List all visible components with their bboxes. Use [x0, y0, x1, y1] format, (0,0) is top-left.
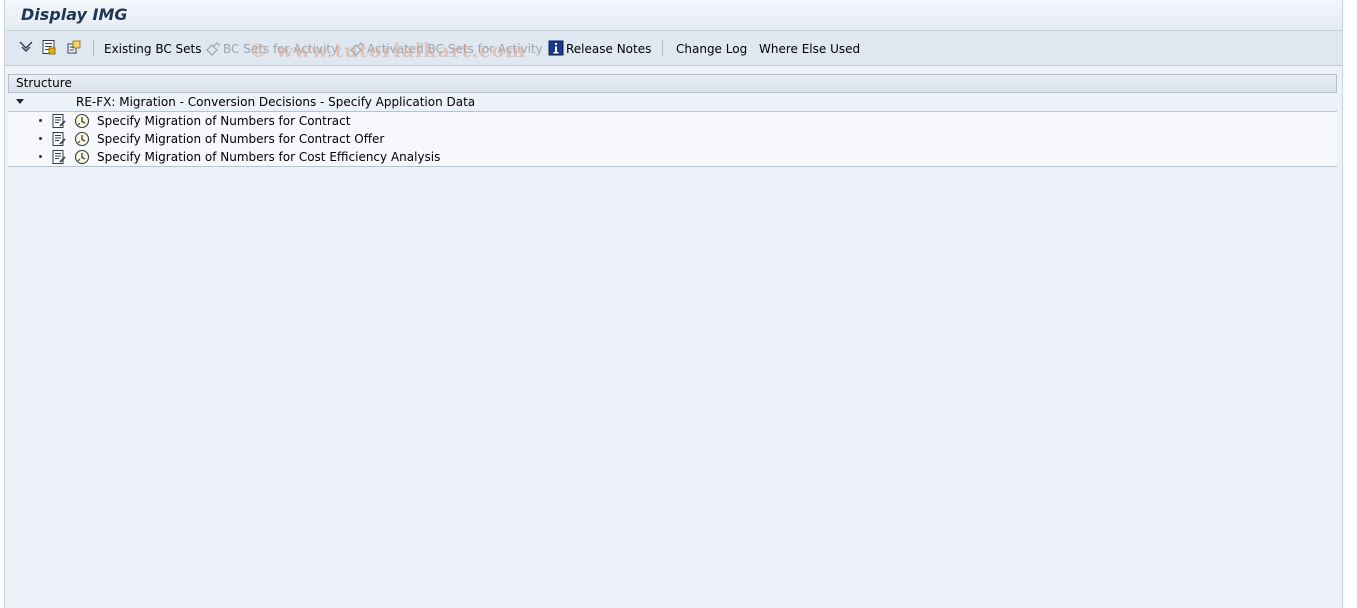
application-toolbar: Existing BC Sets BC Sets for Activity Ac… [5, 31, 1342, 66]
expand-all-icon[interactable] [18, 39, 34, 55]
main-window: Display IMG Existing BC Sets BC Sets for… [4, 0, 1343, 608]
document-icon[interactable] [51, 149, 67, 165]
tree-root-label: RE-FX: Migration - Conversion Decisions … [76, 95, 476, 109]
release-notes-button[interactable]: Release Notes [566, 40, 651, 58]
change-log-button[interactable]: Change Log [676, 40, 747, 58]
toolbar-separator [662, 40, 663, 56]
bc-set-icon [206, 42, 221, 56]
display-docu-icon[interactable] [41, 39, 57, 55]
collapse-caret-icon[interactable] [16, 99, 24, 104]
existing-bc-sets-button[interactable]: Existing BC Sets [104, 40, 202, 58]
document-icon[interactable] [51, 113, 67, 129]
page-title: Display IMG [21, 5, 128, 24]
bullet-icon [39, 119, 42, 122]
tree-children: Specify Migration of Numbers for Contrac… [8, 112, 1337, 167]
execute-clock-icon[interactable] [74, 149, 90, 165]
tree-node[interactable]: Specify Migration of Numbers for Cost Ef… [8, 148, 1337, 166]
tree-node[interactable]: Specify Migration of Numbers for Contrac… [8, 112, 1337, 130]
execute-clock-icon[interactable] [74, 113, 90, 129]
document-icon[interactable] [51, 131, 67, 147]
title-bar: Display IMG [5, 0, 1342, 31]
tree-node-label: Specify Migration of Numbers for Contrac… [97, 132, 385, 146]
info-icon [548, 40, 564, 56]
img-structure-tree: RE-FX: Migration - Conversion Decisions … [8, 93, 1337, 167]
watermark: © www.tutorialkart.com [249, 40, 527, 62]
bullet-icon [39, 137, 42, 140]
execute-clock-icon[interactable] [74, 131, 90, 147]
structure-column-header: Structure [8, 74, 1337, 93]
tree-root-node[interactable]: RE-FX: Migration - Conversion Decisions … [8, 93, 1337, 112]
where-else-used-button[interactable]: Where Else Used [759, 40, 860, 58]
tree-node-label: Specify Migration of Numbers for Cost Ef… [97, 150, 441, 164]
tree-node[interactable]: Specify Migration of Numbers for Contrac… [8, 130, 1337, 148]
bullet-icon [39, 155, 42, 158]
sap-reference-img-icon[interactable] [66, 39, 82, 55]
tree-node-label: Specify Migration of Numbers for Contrac… [97, 114, 351, 128]
toolbar-separator [93, 40, 94, 56]
